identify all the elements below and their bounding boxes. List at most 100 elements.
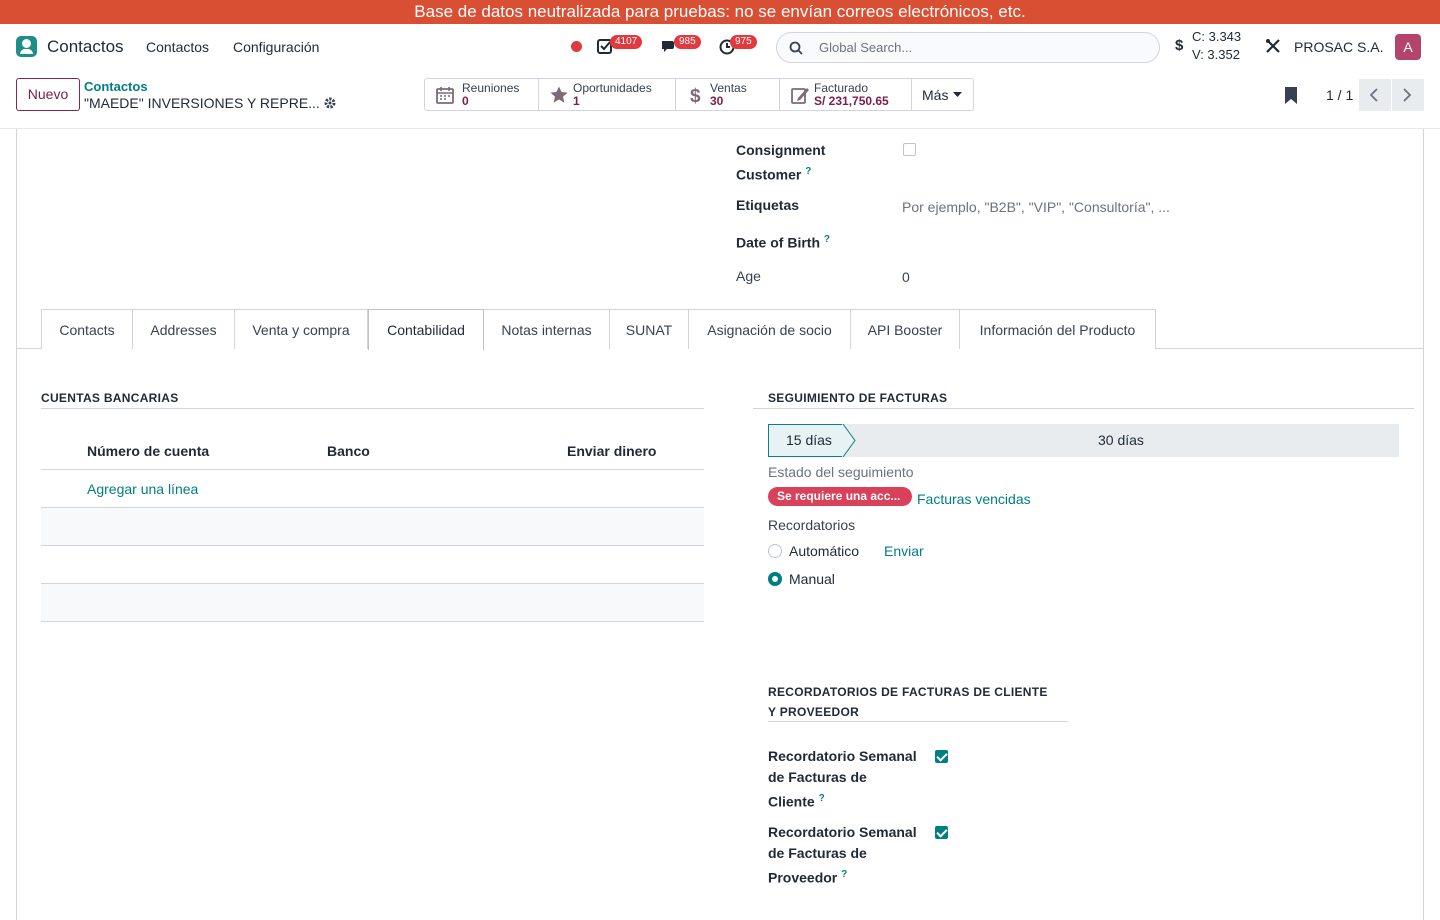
sales-value: 30 (710, 94, 724, 108)
date-of-birth-label: Date of Birth ? (736, 229, 830, 254)
help-tooltip-icon[interactable]: ? (805, 166, 811, 177)
exchange-rates[interactable]: C: 3.343 V: 3.352 (1192, 28, 1241, 64)
overdue-invoices-link[interactable]: Facturas vencidas (917, 491, 1031, 507)
meetings-smart-button[interactable]: Reuniones 0 (425, 79, 539, 110)
weekly-customer-invoice-reminder-label: Recordatorio Semanal de Facturas de Clie… (768, 746, 917, 813)
table-row (41, 508, 704, 546)
column-header-send-money[interactable]: Enviar dinero (567, 443, 656, 459)
table-row-divider (41, 545, 704, 546)
reminders-label: Recordatorios (768, 517, 856, 533)
label-line: de Facturas de (768, 845, 867, 861)
meetings-value: 0 (462, 94, 469, 108)
date-of-birth-input[interactable] (902, 229, 1202, 250)
invoice-followup-title: SEGUIMIENTO DE FACTURAS (768, 391, 948, 405)
clock-count-badge: 975 (730, 35, 757, 49)
send-followup-link[interactable]: Enviar (884, 543, 924, 559)
activities-count-badge: 4107 (610, 35, 643, 49)
help-tooltip-icon[interactable]: ? (841, 869, 847, 880)
label-line: Proveedor (768, 869, 838, 886)
sales-label: Ventas (710, 81, 747, 95)
weekly-vendor-invoice-reminder-label: Recordatorio Semanal de Facturas de Prov… (768, 822, 917, 889)
table-row-divider (41, 469, 704, 470)
invoiced-value: S/ 231,750.65 (814, 94, 889, 108)
bank-accounts-title: CUENTAS BANCARIAS (41, 391, 179, 405)
label-line: Cliente (768, 793, 815, 810)
messages-count-badge: 985 (674, 35, 701, 49)
more-label: Más (922, 87, 949, 103)
reminders-title-line1: RECORDATORIOS DE FACTURAS DE CLIENTE (768, 685, 1048, 699)
star-icon (550, 86, 568, 103)
user-avatar[interactable]: A (1395, 34, 1421, 60)
test-database-banner: Base de datos neutralizada para pruebas:… (0, 0, 1440, 24)
sales-smart-button[interactable]: $ Ventas 30 (676, 79, 780, 110)
app-name[interactable]: Contactos (47, 37, 124, 57)
menu-configuracion[interactable]: Configuración (233, 39, 319, 55)
radio-automatic-label[interactable]: Automático (789, 543, 859, 559)
consignment-label-line2: Customer (736, 166, 802, 183)
weekly-customer-invoice-reminder-checkbox[interactable] (935, 750, 948, 763)
gear-icon[interactable] (323, 96, 337, 110)
pager-next-button[interactable] (1392, 79, 1424, 111)
invoice-reminders-title: RECORDATORIOS DE FACTURAS DE CLIENTE Y P… (768, 682, 1048, 722)
opportunities-smart-button[interactable]: Oportunidades 1 (539, 79, 676, 110)
tab-api-booster[interactable]: API Booster (851, 309, 960, 349)
smart-buttons: Reuniones 0 Oportunidades 1 $ Ventas 30 … (424, 78, 974, 111)
global-search-input[interactable]: Global Search... (776, 32, 1160, 63)
table-row (41, 584, 704, 622)
followup-step-15-days[interactable]: 15 días (768, 424, 844, 457)
tab-contacts[interactable]: Contacts (41, 309, 133, 349)
tab-asignacion-de-socio[interactable]: Asignación de socio (689, 309, 851, 349)
section-divider (753, 408, 1414, 409)
followup-step-30-days[interactable]: 30 días (1098, 432, 1144, 448)
chevron-left-icon (1369, 88, 1378, 102)
new-record-button[interactable]: Nuevo (16, 78, 80, 111)
opportunities-label: Oportunidades (573, 81, 652, 95)
age-value: 0 (902, 269, 910, 285)
add-bank-line-link[interactable]: Agregar una línea (87, 481, 198, 497)
search-icon (789, 41, 803, 55)
consignment-customer-checkbox[interactable] (903, 143, 916, 156)
menu-contactos[interactable]: Contactos (146, 39, 209, 55)
contacts-app-icon[interactable] (16, 36, 37, 57)
dollar-icon: $ (690, 86, 701, 105)
dob-label-text: Date of Birth (736, 234, 820, 251)
section-divider (41, 408, 704, 409)
help-tooltip-icon[interactable]: ? (824, 234, 830, 245)
bookmark-icon[interactable] (1285, 87, 1297, 104)
recording-dot-icon[interactable] (571, 41, 582, 52)
tab-venta-y-compra[interactable]: Venta y compra (235, 309, 368, 349)
label-line: de Facturas de (768, 769, 867, 785)
tab-notas-internas[interactable]: Notas internas (484, 309, 610, 349)
tags-label: Etiquetas (736, 197, 800, 213)
debug-tools-icon[interactable] (1265, 38, 1281, 54)
radio-automatic[interactable] (768, 544, 782, 558)
more-smart-buttons-dropdown[interactable]: Más (912, 79, 973, 110)
currency-rate-icon[interactable]: $ (1175, 37, 1183, 54)
column-header-bank[interactable]: Banco (327, 443, 370, 459)
svg-text:$: $ (690, 86, 701, 105)
tab-informacion-del-producto[interactable]: Información del Producto (960, 309, 1156, 349)
pager-value[interactable]: 1 / 1 (1326, 87, 1353, 103)
invoiced-smart-button[interactable]: Facturado S/ 231,750.65 (780, 79, 912, 110)
rate-buy: C: 3.343 (1192, 29, 1242, 44)
weekly-vendor-invoice-reminder-checkbox[interactable] (935, 826, 948, 839)
tags-input[interactable]: Por ejemplo, "B2B", "VIP", "Consultoría"… (902, 199, 1170, 215)
column-header-account-number[interactable]: Número de cuenta (87, 443, 209, 459)
pager-previous-button[interactable] (1359, 79, 1391, 111)
consignment-customer-label: Consignment Customer ? (736, 140, 825, 186)
rate-sell: V: 3.352 (1192, 47, 1240, 62)
radio-manual[interactable] (768, 572, 782, 586)
invoiced-label: Facturado (814, 81, 869, 95)
tab-addresses[interactable]: Addresses (133, 309, 235, 349)
reminders-title-line2: Y PROVEEDOR (768, 705, 860, 719)
label-line: Recordatorio Semanal (768, 748, 917, 764)
calendar-icon (436, 87, 454, 104)
tab-contabilidad[interactable]: Contabilidad (368, 309, 484, 350)
help-tooltip-icon[interactable]: ? (819, 793, 825, 804)
followup-status-label: Estado del seguimiento (768, 464, 914, 480)
tab-sunat[interactable]: SUNAT (610, 309, 689, 349)
opportunities-value: 1 (573, 94, 580, 108)
company-switcher[interactable]: PROSAC S.A. (1294, 39, 1383, 55)
radio-manual-label[interactable]: Manual (789, 571, 835, 587)
breadcrumb-contacts-link[interactable]: Contactos (84, 79, 148, 94)
